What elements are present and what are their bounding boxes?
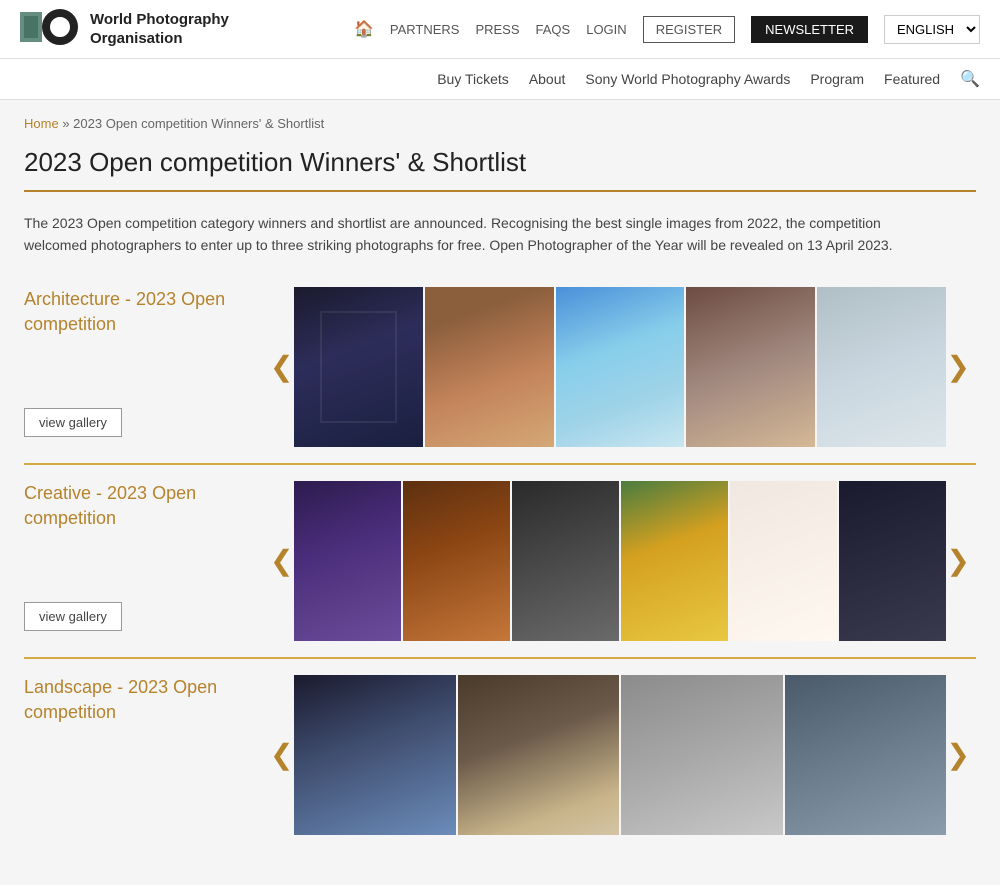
- architecture-label: Architecture - 2023 Open competition vie…: [24, 287, 264, 447]
- gallery-img: [817, 287, 946, 447]
- title-divider: [24, 190, 976, 192]
- gallery-img: [730, 481, 837, 641]
- creative-gallery-section: Creative - 2023 Open competition view ga…: [24, 481, 976, 659]
- breadcrumb: Home » 2023 Open competition Winners' & …: [0, 100, 1000, 147]
- section-divider: [24, 657, 976, 659]
- gallery-img: [621, 675, 783, 835]
- newsletter-button[interactable]: NEWSLETTER: [751, 16, 868, 43]
- img-deco-rect: [320, 311, 397, 423]
- login-link[interactable]: LOGIN: [586, 22, 626, 37]
- architecture-prev-button[interactable]: ❮: [264, 353, 299, 381]
- landscape-prev-button[interactable]: ❮: [264, 741, 299, 769]
- gallery-img: [294, 287, 423, 447]
- top-navigation: World Photography Organisation 🏠 PARTNER…: [0, 0, 1000, 59]
- gallery-img: [556, 287, 685, 447]
- landscape-images: [264, 675, 976, 835]
- page-title: 2023 Open competition Winners' & Shortli…: [24, 147, 976, 178]
- landscape-gallery-inner: Landscape - 2023 Open competition ❮ ❯: [24, 675, 976, 835]
- gallery-img: [294, 481, 401, 641]
- breadcrumb-separator: »: [62, 116, 69, 131]
- home-icon[interactable]: 🏠: [354, 19, 374, 39]
- search-button[interactable]: 🔍: [960, 69, 980, 89]
- architecture-view-gallery-button[interactable]: view gallery: [24, 408, 122, 437]
- logo-icon: [20, 8, 80, 50]
- buy-tickets-link[interactable]: Buy Tickets: [437, 71, 509, 87]
- logo-area: World Photography Organisation: [20, 8, 229, 50]
- gallery-img: [512, 481, 619, 641]
- register-button[interactable]: REGISTER: [643, 16, 735, 43]
- creative-next-button[interactable]: ❯: [941, 547, 976, 575]
- gallery-img: [621, 481, 728, 641]
- landscape-label: Landscape - 2023 Open competition: [24, 675, 264, 835]
- img-decoration: [294, 287, 423, 447]
- secondary-navigation: Buy Tickets About Sony World Photography…: [0, 59, 1000, 100]
- creative-prev-button[interactable]: ❮: [264, 547, 299, 575]
- org-name: World Photography Organisation: [90, 10, 229, 49]
- creative-title: Creative - 2023 Open competition: [24, 481, 244, 531]
- sony-awards-link[interactable]: Sony World Photography Awards: [585, 71, 790, 87]
- landscape-title: Landscape - 2023 Open competition: [24, 675, 244, 725]
- architecture-next-button[interactable]: ❯: [941, 353, 976, 381]
- page-content: 2023 Open competition Winners' & Shortli…: [0, 147, 1000, 885]
- gallery-img: [686, 287, 815, 447]
- creative-carousel: ❮ ❯: [264, 481, 976, 641]
- architecture-carousel: ❮ ❯: [264, 287, 976, 447]
- gallery-img: [425, 287, 554, 447]
- press-link[interactable]: PRESS: [475, 22, 519, 37]
- page-description: The 2023 Open competition category winne…: [24, 212, 944, 257]
- gallery-img: [839, 481, 946, 641]
- landscape-next-button[interactable]: ❯: [941, 741, 976, 769]
- architecture-images: [264, 287, 976, 447]
- breadcrumb-current: 2023 Open competition Winners' & Shortli…: [73, 116, 324, 131]
- landscape-carousel: ❮ ❯: [264, 675, 976, 835]
- architecture-gallery-section: Architecture - 2023 Open competition vie…: [24, 287, 976, 465]
- top-right-links: 🏠 PARTNERS PRESS FAQS LOGIN REGISTER NEW…: [354, 15, 980, 44]
- featured-link[interactable]: Featured: [884, 71, 940, 87]
- gallery-img: [458, 675, 620, 835]
- section-divider: [24, 463, 976, 465]
- partners-link[interactable]: PARTNERS: [390, 22, 460, 37]
- landscape-gallery-section: Landscape - 2023 Open competition ❮ ❯: [24, 675, 976, 835]
- language-select[interactable]: ENGLISH: [884, 15, 980, 44]
- breadcrumb-home[interactable]: Home: [24, 116, 59, 131]
- gallery-img: [294, 675, 456, 835]
- architecture-title: Architecture - 2023 Open competition: [24, 287, 244, 337]
- architecture-gallery-inner: Architecture - 2023 Open competition vie…: [24, 287, 976, 447]
- creative-gallery-inner: Creative - 2023 Open competition view ga…: [24, 481, 976, 641]
- creative-images: [264, 481, 976, 641]
- creative-view-gallery-button[interactable]: view gallery: [24, 602, 122, 631]
- program-link[interactable]: Program: [810, 71, 864, 87]
- faqs-link[interactable]: FAQS: [536, 22, 571, 37]
- about-link[interactable]: About: [529, 71, 566, 87]
- gallery-img: [785, 675, 947, 835]
- gallery-img: [403, 481, 510, 641]
- creative-label: Creative - 2023 Open competition view ga…: [24, 481, 264, 641]
